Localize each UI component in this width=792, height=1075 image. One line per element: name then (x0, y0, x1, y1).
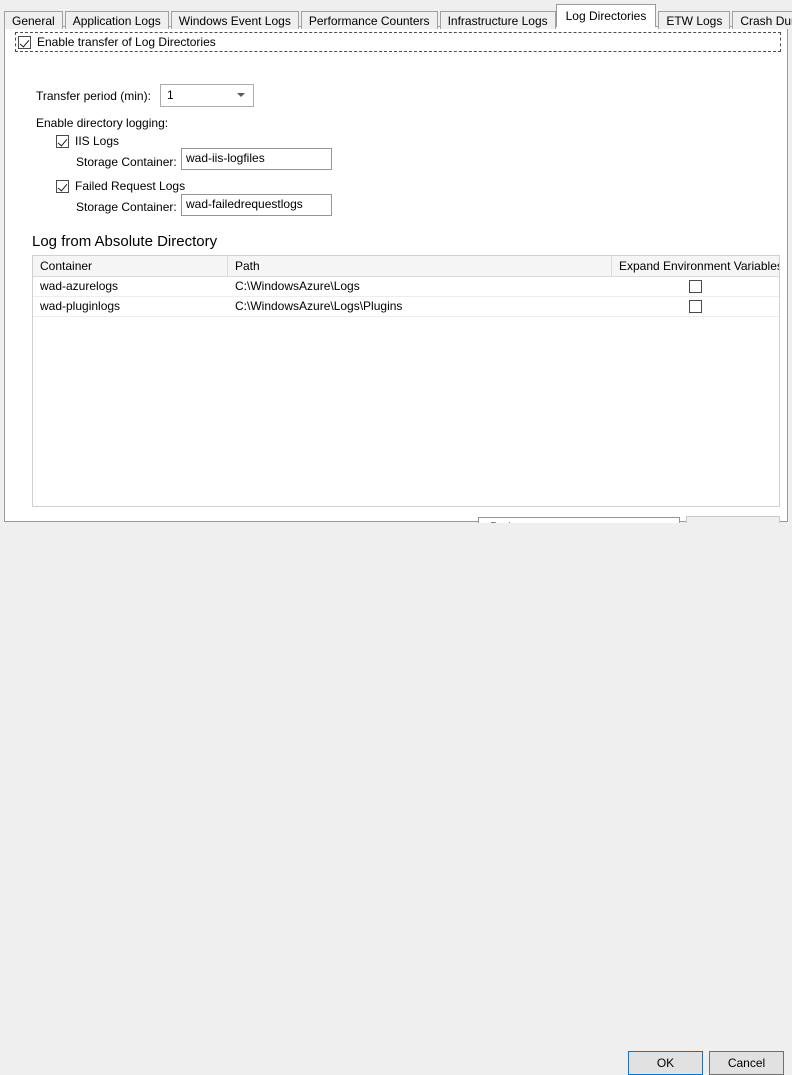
directory-logging-group-label: Enable directory logging: (36, 116, 168, 130)
cell-expand (612, 277, 779, 296)
chevron-down-icon (237, 93, 245, 97)
listview-header: Container Path Expand Environment Variab… (33, 256, 779, 277)
tab-label: ETW Logs (666, 14, 722, 28)
tab-general[interactable]: General (4, 11, 63, 29)
tab-strip: General Application Logs Windows Event L… (4, 3, 792, 27)
tab-crash-dumps[interactable]: Crash Dumps (732, 11, 792, 29)
expand-environment-variables-checkbox[interactable] (689, 300, 702, 313)
tab-performance-counters[interactable]: Performance Counters (301, 11, 438, 29)
tab-label: Windows Event Logs (179, 14, 291, 28)
cell-expand (612, 297, 779, 316)
failed-request-storage-container-input[interactable]: wad-failedrequestlogs (181, 194, 332, 216)
log-directories-tab-panel: Enable transfer of Log Directories Trans… (4, 26, 788, 522)
transfer-period-value: 1 (167, 88, 174, 102)
tab-label: Infrastructure Logs (448, 14, 548, 28)
tab-label: Performance Counters (309, 14, 430, 28)
cell-container: wad-azurelogs (33, 277, 228, 296)
tab-log-directories[interactable]: Log Directories (556, 4, 657, 27)
tab-application-logs[interactable]: Application Logs (65, 11, 169, 29)
column-header-expand-environment-variables[interactable]: Expand Environment Variables (612, 256, 779, 276)
tab-label: General (12, 14, 55, 28)
iis-storage-container-input[interactable]: wad-iis-logfiles (181, 148, 332, 170)
failed-request-logs-checkbox[interactable] (56, 180, 69, 193)
iis-logs-checkbox[interactable] (56, 135, 69, 148)
iis-logs-row[interactable]: IIS Logs (56, 134, 119, 148)
column-header-container[interactable]: Container (33, 256, 228, 276)
tab-windows-event-logs[interactable]: Windows Event Logs (171, 11, 299, 29)
iis-storage-container-label: Storage Container: (76, 155, 177, 169)
enable-transfer-label: Enable transfer of Log Directories (37, 35, 216, 49)
transfer-period-label: Transfer period (min): (36, 89, 151, 103)
tab-label: Log Directories (566, 9, 647, 23)
tab-etw-logs[interactable]: ETW Logs (658, 11, 730, 29)
cell-container: wad-pluginlogs (33, 297, 228, 316)
absolute-directory-listview[interactable]: Container Path Expand Environment Variab… (32, 255, 780, 507)
enable-transfer-row[interactable]: Enable transfer of Log Directories (15, 32, 781, 52)
expand-environment-variables-checkbox[interactable] (689, 280, 702, 293)
column-header-path[interactable]: Path (228, 256, 612, 276)
dialog-footer: OK Cancel (0, 523, 792, 560)
iis-logs-label: IIS Logs (75, 134, 119, 148)
tab-infrastructure-logs[interactable]: Infrastructure Logs (440, 11, 556, 29)
cell-path: C:\WindowsAzure\Logs\Plugins (228, 297, 612, 316)
table-row[interactable]: wad-azurelogs C:\WindowsAzure\Logs (33, 277, 779, 297)
failed-request-logs-row[interactable]: Failed Request Logs (56, 179, 185, 193)
tab-label: Crash Dumps (740, 14, 792, 28)
table-row[interactable]: wad-pluginlogs C:\WindowsAzure\Logs\Plug… (33, 297, 779, 317)
enable-transfer-checkbox[interactable] (18, 36, 31, 49)
cancel-button[interactable]: Cancel (709, 1051, 784, 1075)
cell-path: C:\WindowsAzure\Logs (228, 277, 612, 296)
failed-request-logs-label: Failed Request Logs (75, 179, 185, 193)
failed-request-storage-container-label: Storage Container: (76, 200, 177, 214)
tab-label: Application Logs (73, 14, 161, 28)
ok-button[interactable]: OK (628, 1051, 703, 1075)
transfer-period-dropdown[interactable]: 1 (160, 84, 254, 107)
absolute-directory-heading: Log from Absolute Directory (32, 233, 217, 250)
